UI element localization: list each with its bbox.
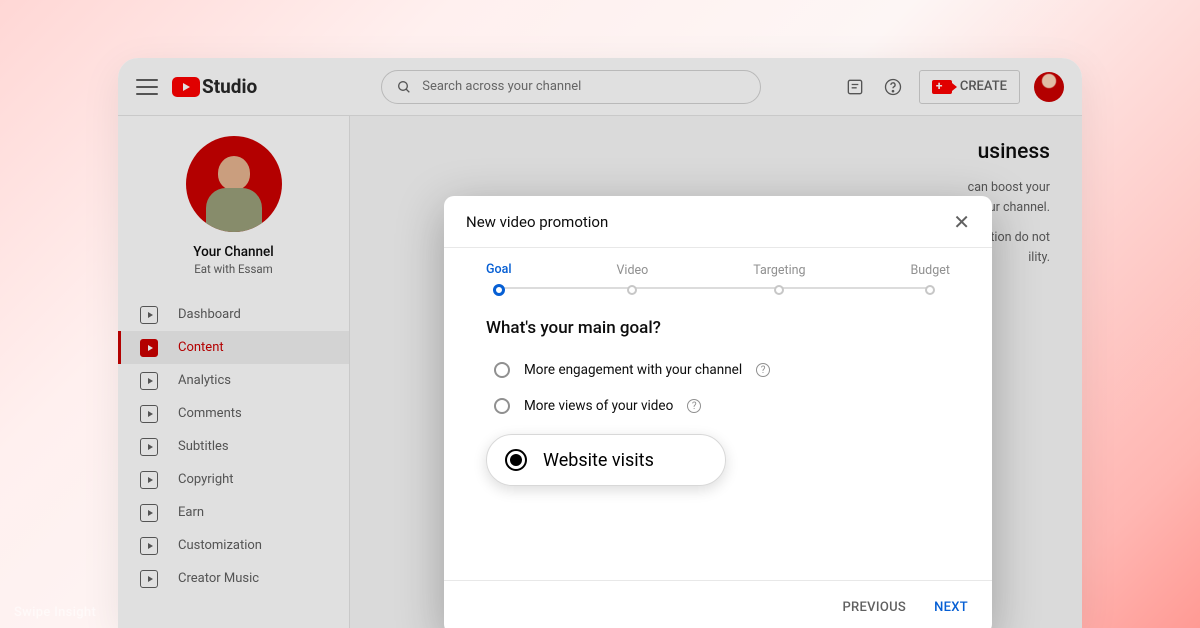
sidebar-item-copyright[interactable]: Copyright (118, 463, 349, 496)
option-engagement[interactable]: More engagement with your channel ? (486, 356, 950, 384)
dashboard-icon (140, 306, 158, 324)
close-icon[interactable]: ✕ (953, 212, 970, 232)
logo-text: Studio (202, 75, 257, 98)
modal-footer: PREVIOUS NEXT (444, 580, 992, 628)
earn-icon (140, 504, 158, 522)
customization-icon (140, 537, 158, 555)
sidebar-item-creator-music[interactable]: Creator Music (118, 562, 349, 595)
channel-name: Your Channel (193, 244, 273, 260)
search-input[interactable] (422, 79, 746, 94)
help-icon[interactable]: ? (687, 399, 701, 413)
stepper-line (504, 287, 932, 289)
app-header: Studio CREATE (118, 58, 1082, 116)
sidebar-item-earn[interactable]: Earn (118, 496, 349, 529)
sidebar-item-customization[interactable]: Customization (118, 529, 349, 562)
sidebar-item-dashboard[interactable]: Dashboard (118, 298, 349, 331)
channel-block: Your Channel Eat with Essam (118, 128, 349, 292)
search-bar[interactable] (381, 70, 761, 104)
studio-window: Studio CREATE Your C (118, 58, 1082, 628)
comments-icon (140, 405, 158, 423)
music-icon (140, 570, 158, 588)
channel-subtitle: Eat with Essam (194, 262, 273, 276)
channel-avatar[interactable] (186, 136, 282, 232)
account-avatar[interactable] (1034, 72, 1064, 102)
previous-button[interactable]: PREVIOUS (842, 600, 906, 615)
modal-question: What's your main goal? (486, 318, 950, 338)
watermark-text: Swipe Insight (14, 605, 96, 620)
sidebar-item-analytics[interactable]: Analytics (118, 364, 349, 397)
sidebar-item-content[interactable]: Content (118, 331, 349, 364)
promo-headline: usiness (382, 140, 1050, 164)
content-icon (140, 339, 158, 357)
subtitles-icon (140, 438, 158, 456)
step-video[interactable]: Video (616, 263, 648, 295)
modal-body: What's your main goal? More engagement w… (444, 296, 992, 486)
next-button[interactable]: NEXT (934, 600, 968, 615)
youtube-play-icon (172, 77, 200, 97)
sidebar-nav: Dashboard Content Analytics Comments Sub… (118, 298, 349, 595)
radio-unselected-icon (494, 398, 510, 414)
step-budget[interactable]: Budget (911, 263, 950, 295)
search-icon (396, 79, 412, 95)
sidebar: Your Channel Eat with Essam Dashboard Co… (118, 116, 350, 628)
option-website-visits[interactable]: Website visits (486, 434, 726, 486)
modal-stepper: Goal Video Targeting Budget (444, 248, 992, 296)
analytics-icon (140, 372, 158, 390)
studio-logo[interactable]: Studio (172, 75, 257, 98)
create-camera-icon (932, 80, 952, 94)
step-goal[interactable]: Goal (486, 262, 512, 296)
sidebar-item-comments[interactable]: Comments (118, 397, 349, 430)
promotion-modal: New video promotion ✕ Goal Video Targeti… (444, 196, 992, 628)
updates-icon[interactable] (843, 75, 867, 99)
radio-selected-icon (505, 449, 527, 471)
sidebar-item-subtitles[interactable]: Subtitles (118, 430, 349, 463)
radio-unselected-icon (494, 362, 510, 378)
help-icon[interactable]: ? (756, 363, 770, 377)
modal-header: New video promotion ✕ (444, 196, 992, 248)
create-button[interactable]: CREATE (919, 70, 1020, 104)
help-icon[interactable] (881, 75, 905, 99)
option-views[interactable]: More views of your video ? (486, 392, 950, 420)
menu-icon[interactable] (136, 79, 158, 95)
step-targeting[interactable]: Targeting (753, 263, 805, 295)
copyright-icon (140, 471, 158, 489)
create-label: CREATE (960, 79, 1007, 94)
modal-title: New video promotion (466, 213, 608, 231)
goal-options: More engagement with your channel ? More… (486, 356, 950, 486)
